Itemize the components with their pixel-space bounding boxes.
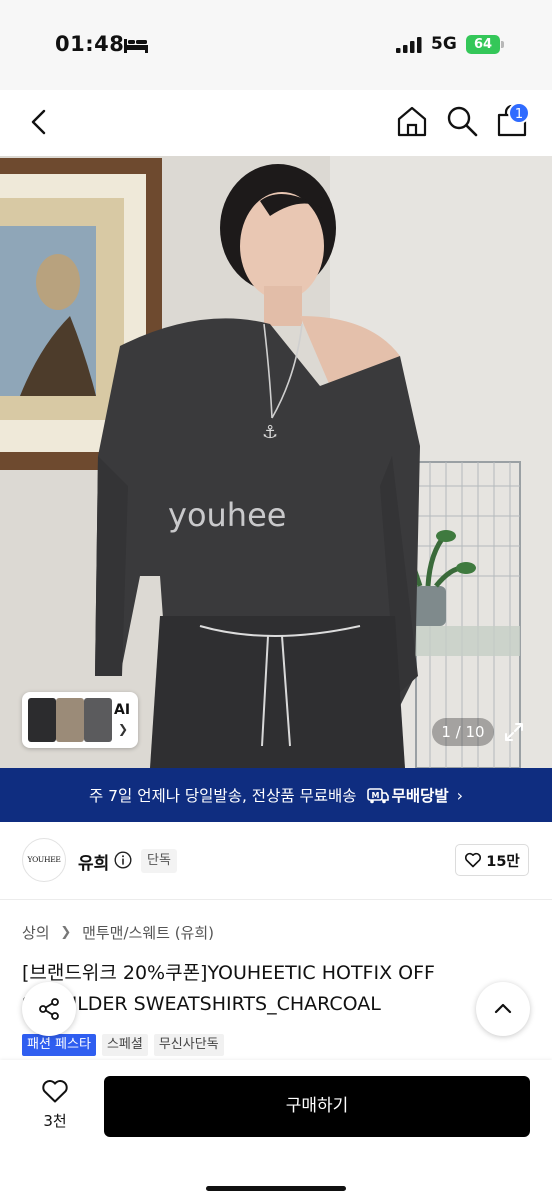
battery-level: 64	[466, 35, 500, 54]
wishlist-count: 3천	[43, 1112, 67, 1130]
svg-text:⚓: ⚓	[262, 422, 278, 443]
breadcrumb: 상의 ❯ 맨투맨/스웨트 (유희)	[22, 922, 214, 943]
product-title: [브랜드위크 20%쿠폰]YOUHEETIC HOTFIX OFF SHOULD…	[22, 962, 435, 1015]
nav-bar: 1	[0, 90, 552, 156]
chevron-right-icon: ›	[456, 785, 464, 805]
network-label: 5G	[431, 34, 457, 54]
battery-indicator: 64	[466, 35, 504, 54]
home-indicator	[206, 1186, 346, 1191]
ai-lookbook-thumbnails[interactable]: AI ❯	[22, 692, 138, 748]
status-time: 01:48	[55, 32, 125, 56]
tag-musinsa-exclusive: 무신사단독	[153, 1034, 224, 1056]
delivery-truck-icon: M	[366, 787, 389, 803]
brand-like-count: 15만	[486, 853, 520, 870]
chevron-right-icon: ❯	[118, 722, 129, 736]
brand-name[interactable]: 유희	[78, 849, 109, 874]
exclusive-badge: 단독	[141, 849, 177, 873]
thumbnail-1[interactable]	[28, 698, 56, 742]
share-button[interactable]	[22, 982, 76, 1036]
promo-logo: M 무배당발	[366, 784, 449, 806]
brand-like-button[interactable]: 15만	[455, 844, 529, 876]
buy-button[interactable]: 구매하기	[104, 1076, 530, 1137]
ai-label: AI	[114, 702, 131, 718]
product-image-gallery[interactable]: youhee ⚓ AI ❯ 1 / 10	[0, 156, 552, 768]
search-button[interactable]	[445, 104, 479, 138]
thumbnail-3[interactable]	[84, 698, 112, 742]
scroll-top-button[interactable]	[476, 982, 530, 1036]
tag-special: 스페셜	[101, 1034, 148, 1056]
promo-logo-text: 무배당발	[391, 787, 449, 805]
cart-count-badge: 1	[508, 102, 530, 124]
bed-icon	[124, 39, 148, 53]
promo-banner[interactable]: 주 7일 언제나 당일발송, 전상품 무료배송 M 무배당발 ›	[0, 768, 552, 822]
product-tags: 패션 페스타 스페셜 무신사단독	[22, 1034, 230, 1056]
thumbnail-2[interactable]	[56, 698, 84, 742]
share-icon	[39, 998, 59, 1020]
brand-row: YOUHEE 유희 단독 15만	[0, 822, 552, 900]
brand-logo[interactable]: YOUHEE	[22, 838, 66, 882]
info-icon[interactable]	[114, 851, 132, 869]
battery-tip	[501, 41, 504, 48]
bottom-action-bar: 3천 구매하기	[0, 1060, 552, 1200]
shirt-print-text: youhee	[168, 496, 286, 534]
heart-icon	[465, 852, 482, 868]
chevron-up-icon	[494, 1003, 512, 1014]
expand-icon[interactable]	[500, 718, 528, 746]
tag-fashion-festa: 패션 페스타	[22, 1034, 96, 1056]
wishlist-button[interactable]: 3천	[30, 1078, 80, 1138]
home-button[interactable]	[395, 104, 429, 138]
breadcrumb-item-subcategory[interactable]: 맨투맨/스웨트 (유희)	[82, 924, 214, 942]
svg-text:M: M	[371, 791, 379, 800]
status-bar: 01:48 5G 64	[0, 0, 552, 90]
chevron-right-icon: ❯	[60, 925, 72, 940]
signal-icon	[396, 37, 422, 53]
breadcrumb-item-category[interactable]: 상의	[22, 924, 50, 942]
promo-text: 주 7일 언제나 당일발송, 전상품 무료배송	[88, 787, 357, 805]
heart-icon	[42, 1080, 68, 1103]
back-button[interactable]	[24, 106, 56, 138]
image-page-counter: 1 / 10	[432, 718, 494, 746]
product-photo: youhee ⚓	[0, 156, 552, 768]
